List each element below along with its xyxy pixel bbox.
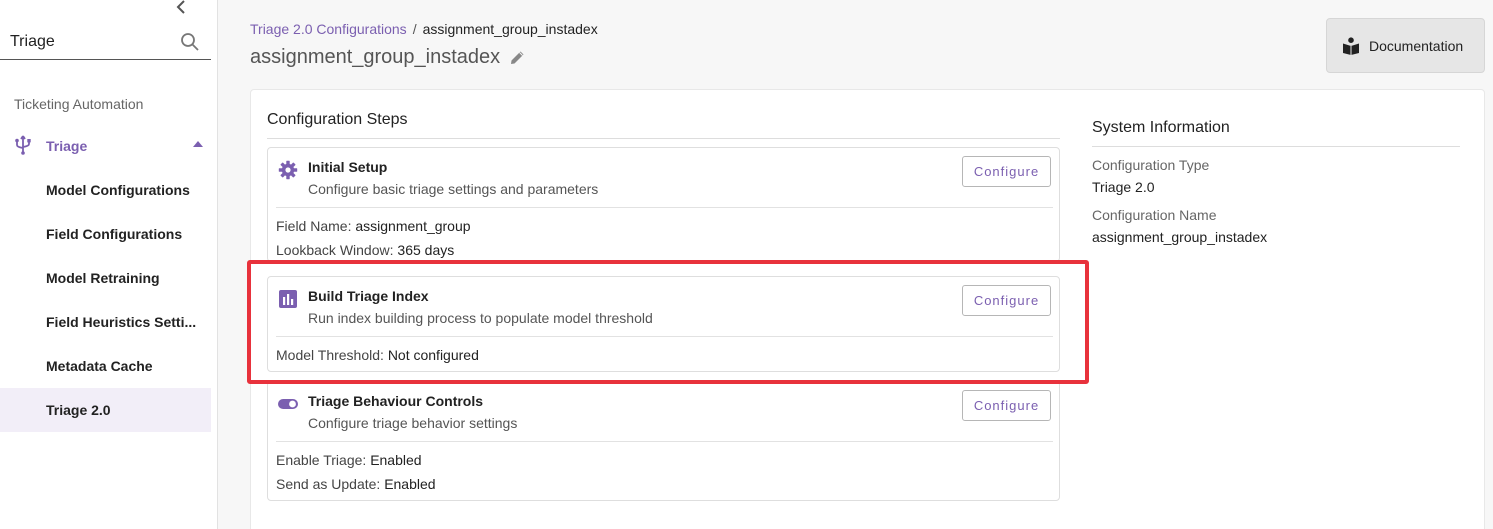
usb-fork-icon <box>15 135 31 155</box>
chevron-left-icon <box>176 0 185 14</box>
pencil-icon[interactable] <box>510 50 525 65</box>
sidebar: Ticketing Automation Triage Model Config… <box>0 0 218 529</box>
search-box <box>0 26 211 60</box>
field-key: Field Name: <box>276 218 352 234</box>
documentation-label: Documentation <box>1369 38 1464 54</box>
system-info-heading: System Information <box>1092 119 1230 136</box>
config-type-label: Configuration Type <box>1092 157 1210 173</box>
step-initial-setup: Initial Setup Configure basic triage set… <box>267 147 1060 262</box>
sidebar-item-label: Model Retraining <box>46 270 160 286</box>
send-as-update-row: Send as Update: Enabled <box>276 476 436 492</box>
enable-triage-row: Enable Triage: Enabled <box>276 452 422 468</box>
step-description: Configure triage behavior settings <box>308 415 518 431</box>
divider <box>276 441 1053 442</box>
search-icon[interactable] <box>180 32 200 52</box>
field-key: Enable Triage: <box>276 452 367 468</box>
sidebar-item-model-retraining[interactable]: Model Retraining <box>0 256 211 300</box>
toggle-icon <box>278 399 298 409</box>
collapse-sidebar-button[interactable] <box>172 0 190 16</box>
gear-icon <box>278 160 298 180</box>
sidebar-item-metadata-cache[interactable]: Metadata Cache <box>0 344 211 388</box>
configure-behaviour-button[interactable]: Configure <box>962 390 1051 421</box>
step-title: Initial Setup <box>308 159 388 175</box>
sidebar-item-label: Field Configurations <box>46 226 183 242</box>
field-name-row: Field Name: assignment_group <box>276 218 471 234</box>
config-name-label: Configuration Name <box>1092 207 1217 223</box>
highlight-box <box>247 260 1089 384</box>
field-value: 365 days <box>397 242 455 258</box>
breadcrumb: Triage 2.0 Configurations / assignment_gro… <box>250 21 598 37</box>
field-value: Enabled <box>370 452 422 468</box>
page-title: assignment_group_instadex <box>250 46 501 68</box>
breadcrumb-link[interactable]: Triage 2.0 Configurations <box>250 21 407 37</box>
sidebar-item-triage[interactable]: Triage <box>0 132 211 160</box>
sidebar-item-model-configurations[interactable]: Model Configurations <box>0 168 211 212</box>
sidebar-item-label: Model Configurations <box>46 182 190 198</box>
book-icon <box>1343 37 1359 55</box>
config-type-value: Triage 2.0 <box>1092 179 1155 195</box>
field-key: Lookback Window: <box>276 242 394 258</box>
step-title: Triage Behaviour Controls <box>308 393 484 409</box>
caret-up-icon <box>193 141 203 147</box>
sidebar-item-label: Metadata Cache <box>46 358 153 374</box>
sidebar-item-label: Triage <box>46 138 88 154</box>
field-value: Enabled <box>384 476 436 492</box>
divider <box>1092 146 1460 147</box>
sidebar-item-triage-2[interactable]: Triage 2.0 <box>0 388 211 432</box>
breadcrumb-current: assignment_group_instadex <box>422 21 598 37</box>
step-description: Configure basic triage settings and para… <box>308 181 599 197</box>
sidebar-item-field-configurations[interactable]: Field Configurations <box>0 212 211 256</box>
configure-initial-setup-button[interactable]: Configure <box>962 156 1051 187</box>
field-value: assignment_group <box>355 218 471 234</box>
sidebar-item-label: Triage 2.0 <box>46 402 111 418</box>
documentation-button[interactable]: Documentation <box>1326 18 1485 73</box>
search-input[interactable] <box>10 30 170 54</box>
config-name-value: assignment_group_instadex <box>1092 229 1268 245</box>
field-key: Send as Update: <box>276 476 381 492</box>
section-label: Ticketing Automation <box>14 96 144 112</box>
step-triage-behaviour-controls: Triage Behaviour Controls Configure tria… <box>267 381 1060 501</box>
lookback-window-row: Lookback Window: 365 days <box>276 242 454 258</box>
steps-heading: Configuration Steps <box>267 111 408 128</box>
sidebar-item-field-heuristics[interactable]: Field Heuristics Setti... <box>0 300 211 344</box>
breadcrumb-separator: / <box>412 21 417 37</box>
sidebar-item-label: Field Heuristics Setti... <box>46 314 197 330</box>
divider <box>276 207 1053 208</box>
divider <box>267 138 1060 139</box>
